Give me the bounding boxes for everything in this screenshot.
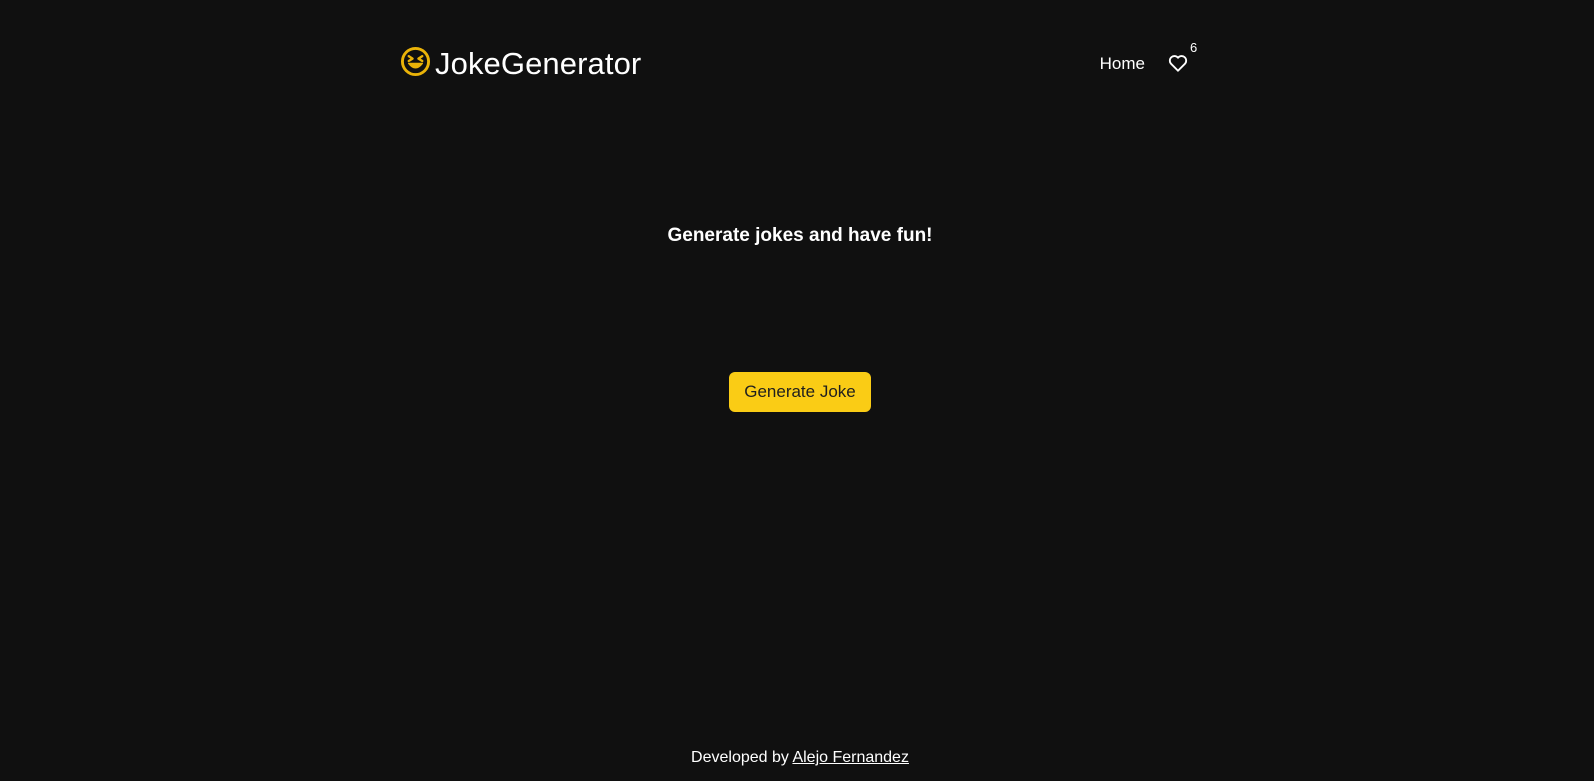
laughing-face-icon — [400, 46, 431, 77]
author-link[interactable]: Alejo Fernandez — [792, 749, 909, 766]
footer-credit-text: Developed by — [691, 749, 789, 766]
favorites-count-badge: 6 — [1190, 40, 1198, 55]
footer: Developed by Alejo Fernandez — [0, 749, 1594, 767]
heart-icon — [1167, 55, 1189, 78]
nav-home-link[interactable]: Home — [1100, 54, 1145, 74]
navbar: JokeGenerator Home 6 — [400, 40, 1215, 84]
page: JokeGenerator Home 6 Generate jokes and … — [0, 0, 1594, 781]
brand-logo-link[interactable]: JokeGenerator — [400, 44, 641, 84]
page-heading: Generate jokes and have fun! — [667, 225, 933, 246]
favorites-link[interactable]: 6 — [1167, 40, 1197, 78]
generate-joke-button[interactable]: Generate Joke — [729, 372, 871, 412]
nav-links: Home 6 — [1100, 40, 1215, 84]
brand-name: JokeGenerator — [435, 46, 642, 81]
